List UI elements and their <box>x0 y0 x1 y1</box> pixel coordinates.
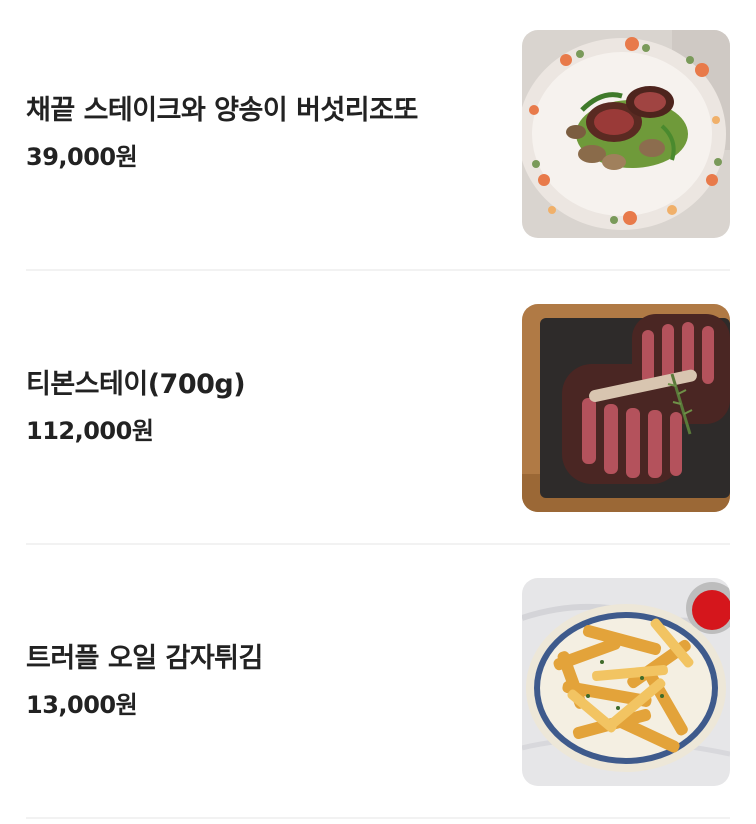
menu-item-price: 39,000원 <box>26 143 138 171</box>
menu-item-tbone-steak[interactable]: 티본스테이(700g) 112,000원 <box>26 304 730 512</box>
steak-risotto-photo[interactable] <box>522 30 730 238</box>
menu-item-info: 트러플 오일 감자튀김 13,000원 <box>26 578 506 786</box>
menu-item-info: 티본스테이(700g) 112,000원 <box>26 304 506 512</box>
menu-list: 채끝 스테이크와 양송이 버섯리조또 39,000원 티본스테이(700g) 1… <box>0 0 756 824</box>
divider <box>26 269 730 271</box>
truffle-fries-photo[interactable] <box>522 578 730 786</box>
menu-item-truffle-fries[interactable]: 트러플 오일 감자튀김 13,000원 <box>26 578 730 786</box>
menu-item-steak-risotto[interactable]: 채끝 스테이크와 양송이 버섯리조또 39,000원 <box>26 30 730 238</box>
menu-item-name: 채끝 스테이크와 양송이 버섯리조또 <box>26 95 418 126</box>
menu-item-name: 트러플 오일 감자튀김 <box>26 643 263 674</box>
menu-item-info: 채끝 스테이크와 양송이 버섯리조또 39,000원 <box>26 30 506 238</box>
divider <box>26 817 730 819</box>
divider <box>26 543 730 545</box>
menu-item-name: 티본스테이(700g) <box>26 369 246 400</box>
menu-item-price: 112,000원 <box>26 417 154 445</box>
tbone-steak-photo[interactable] <box>522 304 730 512</box>
menu-item-price: 13,000원 <box>26 691 138 719</box>
